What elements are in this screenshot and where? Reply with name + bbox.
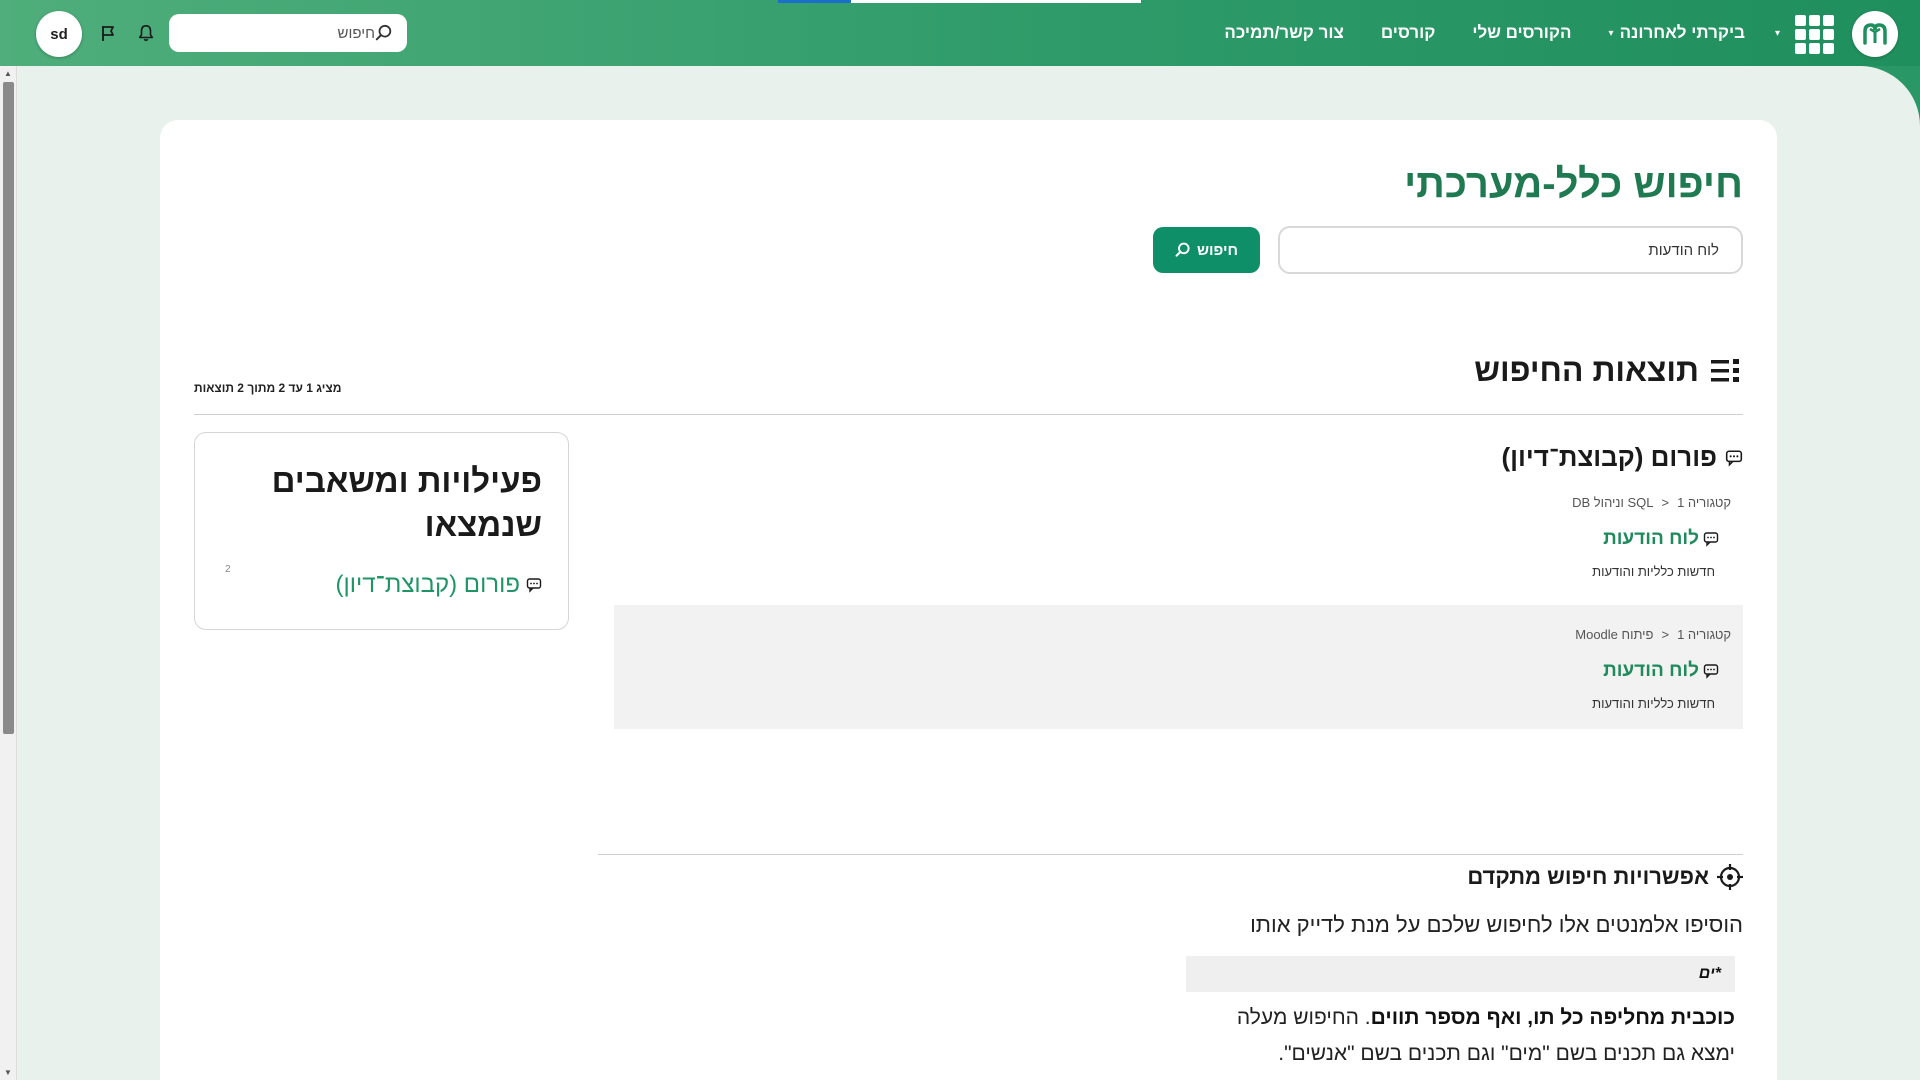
wildcard-example: *ים [1186,956,1735,992]
result-breadcrumb: קטגוריה 1 < פיתוח Moodle [626,627,1731,642]
advanced-search-heading: אפשרויות חיפוש מתקדם [1467,864,1743,890]
result-description: חדשות כלליות והודעות [1592,564,1715,579]
global-search-button[interactable]: חיפוש [1153,227,1260,273]
wildcard-explanation-bold: כוכבית מחליפה כל תו, ואף מספר תווים [1370,1006,1735,1029]
forum-icon [1703,532,1719,547]
result-item: קטגוריה 1 < SQL וניהול DB לוח הודעות חדש… [614,473,1743,597]
navbar-search[interactable] [169,14,407,52]
breadcrumb-separator: < [1661,495,1670,510]
found-activity-count: 2 [225,564,231,575]
found-activities-title: פעילויות ומשאבים שנמצאו [271,462,542,543]
main-nav: ביקרתי לאחרונה ▾ הקורסים שלי קורסים צור … [1224,0,1745,66]
search-icon [1175,242,1190,257]
breadcrumb-separator: < [1661,627,1670,642]
apps-grid-icon[interactable] [1794,14,1834,54]
global-search-form: חיפוש [1153,226,1743,274]
chevron-down-icon: ▾ [1608,27,1614,39]
scroll-up-arrow[interactable]: ▲ [4,69,12,78]
forum-icon [1725,449,1743,467]
results-list: פורום (קבוצת־דיון) קטגוריה 1 < SQL וניהו… [614,432,1743,729]
search-icon [375,24,392,41]
nav-contact-support[interactable]: צור קשר/תמיכה [1224,23,1344,43]
nav-courses[interactable]: קורסים [1381,23,1435,43]
scroll-thumb[interactable] [3,82,14,734]
bell-icon [138,24,154,42]
result-title-link[interactable]: לוח הודעות [626,528,1719,550]
global-search-input[interactable] [1278,226,1743,274]
result-item: קטגוריה 1 < פיתוח Moodle לוח הודעות חדשו… [614,605,1743,729]
advanced-divider [598,854,1743,855]
breadcrumb-category[interactable]: קטגוריה 1 [1677,627,1731,642]
moodle-logo-icon [1863,23,1887,45]
results-title: תוצאות החיפוש [1474,352,1699,388]
results-divider [194,414,1743,415]
site-logo[interactable] [1852,11,1898,57]
decorative-corner [1850,66,1920,126]
breadcrumb-course[interactable]: פיתוח Moodle [1575,627,1653,642]
scroll-down-arrow[interactable]: ▼ [4,1068,12,1077]
navbar-search-input[interactable] [215,24,375,42]
page-load-progress-fill [778,0,851,3]
nav-my-courses[interactable]: הקורסים שלי [1472,23,1571,43]
wildcard-explanation: כוכבית מחליפה כל תו, ואף מספר תווים. החי… [1190,1000,1735,1072]
chevron-down-icon[interactable]: ▾ [1775,28,1780,39]
list-icon [1711,358,1739,382]
found-activity-forum-link[interactable]: פורום (קבוצת־דיון) [336,571,542,599]
result-title-link[interactable]: לוח הודעות [626,660,1719,682]
main-content-card: חיפוש כלל-מערכתי חיפוש תוצאות החיפוש מצי… [160,120,1777,1080]
messages-flag-button[interactable] [95,20,121,46]
breadcrumb-category[interactable]: קטגוריה 1 [1677,495,1731,510]
forum-icon [1703,664,1719,679]
forum-icon [526,578,542,593]
result-description: חדשות כלליות והודעות [1592,696,1715,711]
breadcrumb-course[interactable]: SQL וניהול DB [1572,495,1653,510]
nav-recent-visits[interactable]: ביקרתי לאחרונה ▾ [1609,23,1745,43]
crosshair-icon [1717,864,1743,890]
flag-icon [102,26,114,41]
advanced-intro: הוסיפו אלמנטים אלו לחיפוש שלכם על מנת לד… [1250,912,1743,937]
top-navbar: ▾ ביקרתי לאחרונה ▾ הקורסים שלי קורסים צו… [0,0,1920,66]
results-count: מציג 1 עד 2 מתוך 2 תוצאות [194,381,342,395]
page-scrollbar[interactable]: ▲ ▼ [0,66,17,1080]
result-group-heading: פורום (קבוצת־דיון) [614,432,1743,473]
page-title: חיפוש כלל-מערכתי [1404,162,1743,206]
found-activities-box: פעילויות ומשאבים שנמצאו 2 פורום (קבוצת־ד… [194,432,569,630]
user-avatar[interactable]: sd [36,11,82,57]
result-breadcrumb: קטגוריה 1 < SQL וניהול DB [626,495,1731,510]
results-header: תוצאות החיפוש [1474,352,1743,389]
notifications-button[interactable] [133,20,159,46]
